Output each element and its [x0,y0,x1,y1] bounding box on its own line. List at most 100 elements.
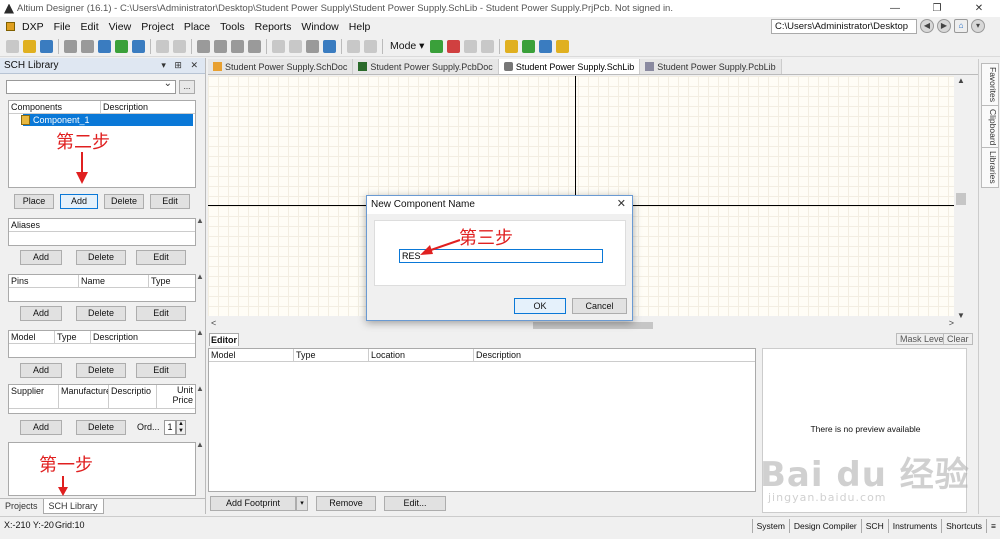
previous-icon[interactable] [464,39,478,53]
menu-file[interactable]: File [49,21,76,33]
folder-icon[interactable] [556,39,570,53]
forward-icon[interactable]: ▶ [937,19,951,33]
sch-button[interactable]: SCH [860,519,888,533]
menu-reports[interactable]: Reports [250,21,297,33]
add-icon[interactable] [430,39,444,53]
rubber-stamp-icon[interactable] [248,39,261,53]
add-footprint-dropdown-icon[interactable]: ▾ [296,496,308,511]
close-window-button[interactable]: ✕ [958,0,1000,17]
remove-model-button[interactable]: Remove [316,496,376,511]
col-editor-model[interactable]: Model [209,348,294,362]
scroll-down-icon[interactable]: ▼ [957,311,965,320]
instruments-button[interactable]: Instruments [887,519,941,533]
col-manufacturer[interactable]: Manufacture [59,384,109,409]
shortcuts-button[interactable]: Shortcuts [941,519,986,533]
home-icon[interactable]: ⌂ [954,19,968,33]
panel-pin-icons[interactable]: ▾ ⊞ ✕ [161,60,201,71]
design-compiler-button[interactable]: Design Compiler [788,519,861,533]
tab-clipboard[interactable]: Clipboard [981,105,999,150]
next-icon[interactable] [481,39,495,53]
pins-collapse-icon[interactable]: ▲ [196,272,204,281]
scroll-left-icon[interactable]: < [211,318,216,328]
col-pin-name[interactable]: Name [79,274,149,288]
remove-icon[interactable] [447,39,461,53]
cut-icon[interactable] [197,39,210,53]
tab-favorites[interactable]: Favorites [981,63,999,106]
col-components[interactable]: Components [9,100,101,114]
print-icon[interactable] [64,39,77,53]
deselect-icon[interactable] [306,39,319,53]
col-editor-location[interactable]: Location [369,348,474,362]
model-editor-table[interactable]: Model Type Location Description [208,348,756,492]
col-supplier[interactable]: Supplier [9,384,59,409]
cancel-button[interactable]: Cancel [572,298,627,314]
dialog-close-icon[interactable]: ✕ [617,197,626,210]
order-stepper[interactable]: 1 [164,420,176,435]
preview-collapse-icon[interactable]: ▲ [196,440,204,449]
aliases-collapse-icon[interactable]: ▲ [196,216,204,225]
col-model-description[interactable]: Description [91,331,195,344]
add-alias-button[interactable]: Add [20,250,62,265]
model-list[interactable]: Model Type Description [8,330,196,358]
board-icon[interactable] [115,39,128,53]
col-model[interactable]: Model [9,330,55,344]
col-unit-price[interactable]: Unit Price [157,385,195,409]
address-field[interactable]: C:\Users\Administrator\Desktop [771,19,917,34]
edit-pin-button[interactable]: Edit [136,306,186,321]
add-model-button[interactable]: Add [20,363,62,378]
library-filter-combo[interactable] [6,78,176,94]
col-model-type[interactable]: Type [55,330,91,344]
ok-button[interactable]: OK [514,298,566,314]
edit-component-button[interactable]: Edit [150,194,190,209]
pins-list[interactable]: Pins Name Type [8,274,196,302]
add-component-button[interactable]: Add [60,194,98,209]
tab-schlib[interactable]: Student Power Supply.SchLib [498,59,641,74]
move-icon[interactable] [289,39,302,53]
edit-model-button[interactable]: Edit [136,363,186,378]
delete-supplier-button[interactable]: Delete [76,420,126,435]
edit-alias-button[interactable]: Edit [136,250,186,265]
minimize-button[interactable]: — [874,0,916,17]
col-pins[interactable]: Pins [9,274,79,288]
menu-place[interactable]: Place [179,21,215,33]
select-area-icon[interactable] [272,39,285,53]
canvas-horizontal-scrollbar[interactable]: < > [208,318,968,331]
undo-icon[interactable] [347,39,360,53]
resize-grip-icon[interactable]: ≡ [986,519,1000,533]
grid-icon[interactable] [539,39,553,53]
tab-pcbdoc[interactable]: Student Power Supply.PcbDoc [353,59,499,74]
model-collapse-icon[interactable]: ▲ [196,328,204,337]
menu-project[interactable]: Project [136,21,179,33]
tab-projects[interactable]: Projects [0,499,43,514]
tab-schdoc[interactable]: Student Power Supply.SchDoc [208,59,354,74]
col-pin-type[interactable]: Type [149,275,195,288]
supplier-list[interactable]: Supplier Manufacture Descriptio Unit Pri… [8,384,196,414]
wiring-icon[interactable] [522,39,536,53]
clear-button[interactable]: Clear [943,333,973,345]
vertical-scroll-thumb[interactable] [956,193,966,205]
new-file-icon[interactable] [6,39,19,53]
col-aliases[interactable]: Aliases [9,219,195,232]
zoom-out-icon[interactable] [173,39,186,53]
scroll-right-icon[interactable]: > [949,318,954,328]
delete-pin-button[interactable]: Delete [76,306,126,321]
system-button[interactable]: System [751,519,789,533]
paste-icon[interactable] [231,39,244,53]
col-editor-type[interactable]: Type [294,348,369,362]
list-item-component[interactable]: Component_1 [21,114,193,126]
delete-alias-button[interactable]: Delete [76,250,126,265]
menu-tools[interactable]: Tools [215,21,250,33]
edit-model-footprint-button[interactable]: Edit... [384,496,446,511]
add-footprint-button[interactable]: Add Footprint [210,496,296,511]
horizontal-scroll-thumb[interactable] [533,322,653,329]
tab-libraries[interactable]: Libraries [981,147,999,188]
copy-icon[interactable] [214,39,227,53]
dropdown-nav-icon[interactable]: ▾ [971,19,985,33]
library-icon[interactable] [132,39,145,53]
col-editor-description[interactable]: Description [474,349,755,362]
3d-view-icon[interactable] [98,39,111,53]
tab-sch-library[interactable]: SCH Library [42,499,104,514]
print-preview-icon[interactable] [81,39,94,53]
delete-component-button[interactable]: Delete [104,194,144,209]
aliases-list[interactable]: Aliases [8,218,196,246]
